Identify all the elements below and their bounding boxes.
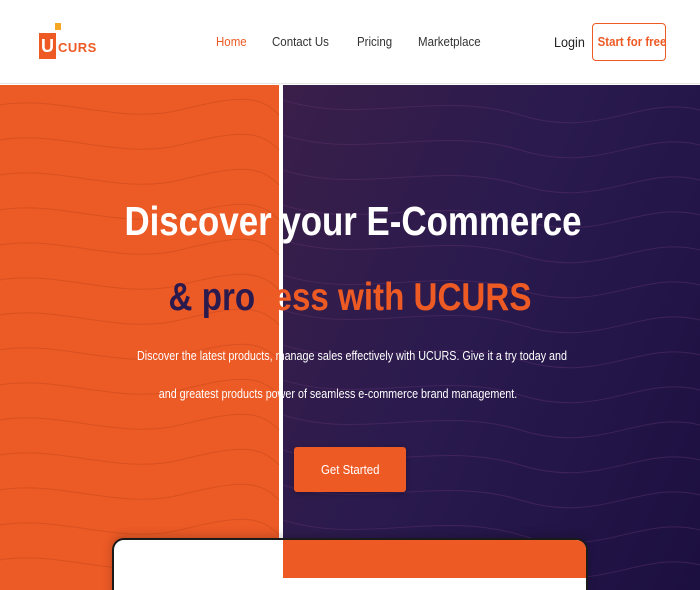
start-for-free-button[interactable]: Start for free — [592, 23, 666, 61]
logo-mark: U — [39, 33, 56, 59]
nav-link-contact-us[interactable]: Contact Us — [272, 33, 329, 51]
logo-accent-dot — [55, 23, 61, 30]
nav-link-marketplace[interactable]: Marketplace — [418, 33, 481, 51]
hero-description-line-1: Discover the latest products, manage sal… — [137, 349, 567, 363]
hero-title-line-1: Discover your E-Commerce — [124, 198, 582, 244]
preview-card-header-bar — [283, 540, 586, 578]
logo-text: CURS — [58, 40, 97, 55]
wave-pattern — [0, 98, 700, 579]
hero-description-line-2: and greatest products power of seamless … — [158, 387, 518, 401]
wave-lines-right — [282, 99, 700, 579]
dashboard-preview-card — [112, 538, 588, 590]
hero-title-line-2: & process with UCURS — [53, 275, 648, 321]
hero-section: Discover your E-Commerce & process with … — [0, 85, 700, 590]
hero-title-prefix: & pro — [168, 276, 256, 319]
nav-link-home[interactable]: Home — [216, 33, 247, 51]
ucurs-logo[interactable]: U CURS — [39, 21, 99, 61]
hero-title-rest: cess with UCURS — [255, 276, 532, 319]
get-started-label: Get Started — [320, 462, 380, 477]
wave-lines-left — [0, 98, 280, 571]
login-link[interactable]: Login — [554, 33, 585, 51]
start-for-free-label: Start for free — [597, 34, 667, 49]
nav-link-pricing[interactable]: Pricing — [357, 33, 392, 51]
get-started-button[interactable]: Get Started — [294, 447, 406, 492]
main-nav: Home Contact Us Pricing Marketplace — [216, 33, 510, 51]
top-navbar: U CURS Home Contact Us Pricing Marketpla… — [0, 0, 700, 84]
